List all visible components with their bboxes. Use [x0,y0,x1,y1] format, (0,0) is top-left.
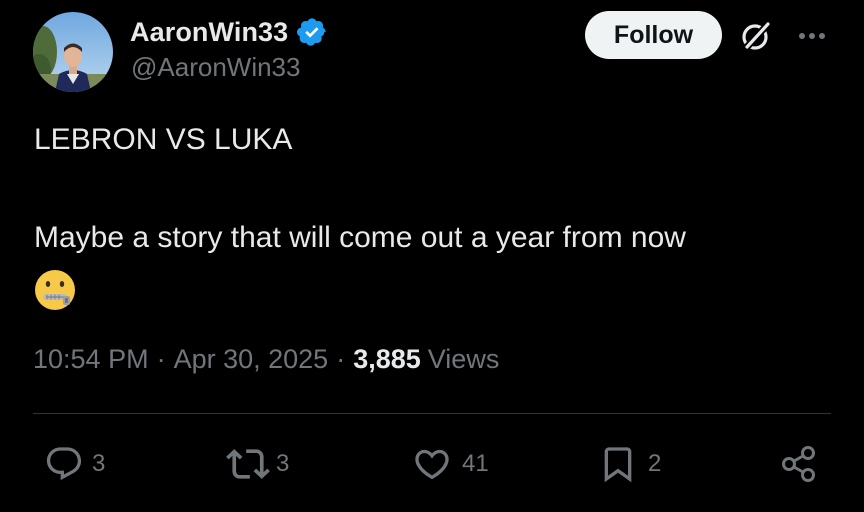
avatar[interactable] [33,12,113,92]
follow-button[interactable]: Follow [585,11,722,59]
tweet-date[interactable]: Apr 30, 2025 [174,344,329,375]
grok-icon[interactable] [738,18,774,54]
share-button[interactable] [778,442,820,486]
bookmark-button[interactable]: 2 [598,442,661,486]
reply-icon [46,447,82,481]
reply-button[interactable]: 3 [44,442,105,486]
reply-count: 3 [92,450,106,477]
repost-button[interactable]: 3 [226,442,289,486]
tweet-text-line: Maybe a story that will come out a year … [34,221,686,254]
tweet-text-line: LEBRON VS LUKA [34,123,293,156]
share-icon [782,446,815,482]
verified-badge-icon [297,18,326,46]
like-button[interactable]: 41 [412,442,489,486]
divider [33,413,831,414]
repost-count: 3 [276,450,290,477]
zipper-mouth-face-icon [35,270,75,310]
views-count: 3,885 [353,344,421,374]
tweet-time[interactable]: 10:54 PM [33,344,149,375]
like-count: 41 [462,450,489,477]
tweet-detail: AaronWin33 @AaronWin33 Follow LEBRON VS … [0,0,864,512]
bookmark-icon [604,447,632,483]
meta-separator: · [336,344,346,374]
views-label: Views [427,344,500,374]
repost-icon [226,449,270,479]
handle[interactable]: @AaronWin33 [131,52,300,83]
heart-icon [415,449,449,480]
display-name[interactable]: AaronWin33 [130,17,288,48]
bookmark-count: 2 [648,450,662,477]
more-options-icon[interactable] [796,22,828,50]
tweet-meta: 10:54 PM · Apr 30, 2025 · 3,885 Views [33,344,499,375]
avatar-photo [33,12,113,92]
meta-separator: · [156,344,166,374]
author-name-row[interactable]: AaronWin33 [130,14,328,50]
